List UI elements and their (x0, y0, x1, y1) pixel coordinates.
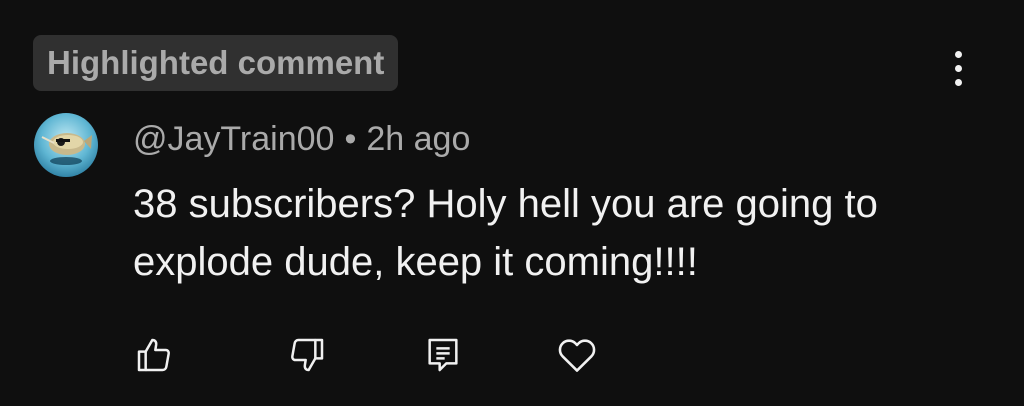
reply-button[interactable] (418, 330, 468, 380)
like-button[interactable] (129, 330, 179, 380)
comment-actions (0, 330, 1024, 380)
heart-button[interactable] (552, 330, 602, 380)
highlighted-comment-badge: Highlighted comment (33, 35, 399, 91)
meta-separator: • (344, 120, 357, 158)
comment-author[interactable]: @JayTrain00 (133, 120, 334, 158)
heart-icon (558, 339, 596, 372)
comment-time: 2h ago (366, 120, 471, 158)
more-vert-dot (954, 50, 962, 58)
comment-text: 38 subscribers? Holy hell you are going … (133, 182, 878, 284)
more-options-button[interactable] (940, 46, 976, 90)
thumbs-up-icon (137, 338, 170, 372)
more-vert-dot (954, 78, 962, 86)
avatar-image (34, 113, 98, 177)
reply-icon (428, 338, 458, 372)
avatar[interactable] (34, 113, 98, 177)
dislike-button[interactable] (282, 330, 332, 380)
comment-meta: @JayTrain00 • 2h ago (133, 117, 470, 161)
more-vert-dot (954, 64, 962, 72)
thumbs-down-icon (291, 338, 324, 372)
